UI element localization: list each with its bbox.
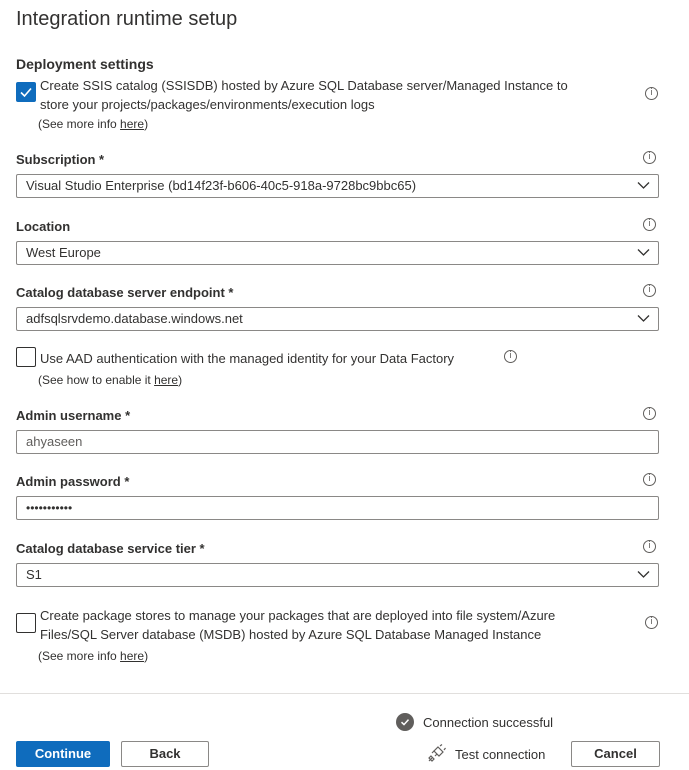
ssis-catalog-checkbox[interactable] — [16, 82, 36, 102]
admin-username-info-icon[interactable]: i — [643, 407, 656, 420]
location-info-icon[interactable]: i — [643, 218, 656, 231]
test-connection-label: Test connection — [455, 746, 546, 762]
package-stores-line1: Create package stores to manage your pac… — [40, 608, 556, 623]
ssis-more-prefix: (See more info — [38, 117, 121, 131]
package-more-prefix: (See more info — [38, 649, 121, 663]
location-select[interactable]: West Europe — [16, 241, 659, 265]
chevron-down-icon — [637, 571, 650, 578]
aad-auth-checkbox[interactable] — [16, 347, 36, 367]
package-more-suffix: ) — [144, 649, 149, 663]
ssis-more-info-link[interactable]: here — [120, 117, 144, 131]
back-button[interactable]: Back — [121, 741, 209, 767]
package-more-info-link[interactable]: here — [120, 649, 144, 663]
check-circle-icon — [396, 713, 414, 731]
chevron-down-icon — [637, 315, 650, 322]
subscription-select[interactable]: Visual Studio Enterprise (bd14f23f-b606-… — [16, 174, 659, 198]
subscription-label: Subscription * — [16, 152, 105, 167]
service-tier-value: S1 — [26, 567, 42, 582]
aad-auth-label: Use AAD authentication with the managed … — [40, 351, 455, 366]
aad-how-to: (See how to enable it here) — [38, 373, 182, 387]
section-title: Deployment settings — [16, 56, 154, 72]
location-value: West Europe — [26, 245, 101, 260]
admin-username-input[interactable]: ahyaseen — [16, 430, 659, 454]
plug-icon — [428, 744, 446, 762]
endpoint-select[interactable]: adfsqlsrvdemo.database.windows.net — [16, 307, 659, 331]
service-tier-label: Catalog database service tier * — [16, 541, 205, 556]
aad-how-suffix: ) — [178, 373, 183, 387]
aad-how-prefix: (See how to enable it — [38, 373, 155, 387]
footer-divider — [0, 693, 689, 694]
connection-status: Connection successful — [423, 715, 554, 730]
endpoint-info-icon[interactable]: i — [643, 284, 656, 297]
cancel-button[interactable]: Cancel — [571, 741, 660, 767]
subscription-info-icon[interactable]: i — [643, 151, 656, 164]
aad-how-link[interactable]: here — [154, 373, 178, 387]
package-stores-line2: Files/SQL Server database (MSDB) hosted … — [40, 627, 542, 642]
service-tier-select[interactable]: S1 — [16, 563, 659, 587]
checkmark-icon — [20, 87, 32, 98]
package-stores-info-icon[interactable]: i — [645, 616, 658, 629]
service-tier-info-icon[interactable]: i — [643, 540, 656, 553]
ssis-more-info: (See more info here) — [38, 117, 148, 131]
ssis-catalog-line1: Create SSIS catalog (SSISDB) hosted by A… — [40, 78, 568, 93]
chevron-down-icon — [637, 182, 650, 189]
admin-password-info-icon[interactable]: i — [643, 473, 656, 486]
admin-password-label: Admin password * — [16, 474, 130, 489]
package-stores-more-info: (See more info here) — [38, 649, 148, 663]
ssis-more-suffix: ) — [144, 117, 149, 131]
endpoint-label: Catalog database server endpoint * — [16, 285, 234, 300]
package-stores-checkbox[interactable] — [16, 613, 36, 633]
location-label: Location — [16, 219, 71, 234]
subscription-value: Visual Studio Enterprise (bd14f23f-b606-… — [26, 178, 417, 193]
aad-info-icon[interactable]: i — [504, 350, 517, 363]
continue-button[interactable]: Continue — [16, 741, 110, 767]
ssis-catalog-line2: store your projects/packages/environment… — [40, 97, 375, 112]
ssis-catalog-info-icon[interactable]: i — [645, 87, 658, 100]
admin-password-input[interactable]: ••••••••••• — [16, 496, 659, 520]
package-stores-label: Create package stores to manage your pac… — [40, 606, 555, 644]
page-title: Integration runtime setup — [16, 8, 238, 30]
test-connection-button[interactable]: Test connection — [426, 744, 545, 764]
admin-username-label: Admin username * — [16, 408, 131, 423]
ssis-catalog-label: Create SSIS catalog (SSISDB) hosted by A… — [40, 76, 568, 114]
endpoint-value: adfsqlsrvdemo.database.windows.net — [26, 311, 243, 326]
chevron-down-icon — [637, 249, 650, 256]
